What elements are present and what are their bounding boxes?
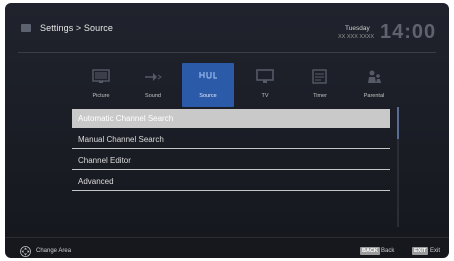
tab-picture-label: Picture bbox=[92, 93, 110, 99]
breadcrumb: Settings > Source bbox=[40, 23, 113, 33]
change-area-label: Change Area bbox=[36, 248, 72, 254]
source-icon bbox=[199, 72, 217, 79]
menu-item-manual-channel-search[interactable]: Manual Channel Search bbox=[72, 130, 390, 149]
sound-icon bbox=[145, 73, 162, 81]
navigation-pad-icon bbox=[20, 246, 31, 257]
menu-item-channel-editor[interactable]: Channel Editor bbox=[72, 151, 390, 170]
menu-item-advanced[interactable]: Advanced bbox=[72, 172, 390, 191]
menu-item-automatic-channel-search[interactable]: Automatic Channel Search bbox=[72, 109, 390, 128]
tab-timer[interactable]: Timer bbox=[294, 63, 346, 107]
tab-sound-label: Sound bbox=[145, 93, 161, 99]
back-label: Back bbox=[381, 248, 395, 254]
exit-label: Exit bbox=[430, 248, 441, 254]
exit-key-badge[interactable]: EXIT bbox=[412, 247, 429, 255]
back-key-badge[interactable]: BACK bbox=[360, 247, 380, 255]
tab-sound[interactable]: Sound bbox=[127, 63, 179, 107]
picture-icon bbox=[92, 69, 110, 83]
tab-source-label: Source bbox=[199, 93, 217, 99]
timer-icon bbox=[312, 69, 327, 84]
settings-icon bbox=[21, 24, 31, 32]
clock-time: 14:00 bbox=[380, 21, 437, 43]
scrollbar-thumb[interactable] bbox=[397, 107, 399, 139]
clock-date: XX XXX XXXX bbox=[338, 34, 375, 40]
tab-parental-label: Parental bbox=[363, 93, 385, 99]
tab-timer-label: Timer bbox=[313, 93, 327, 99]
footer-divider bbox=[5, 237, 449, 238]
tab-parental[interactable]: Parental bbox=[348, 63, 400, 107]
tv-screen: Settings > Source Tuesday XX XXX XXXX 14… bbox=[5, 3, 449, 258]
tab-source[interactable]: Source bbox=[182, 63, 234, 107]
clock-day: Tuesday bbox=[345, 25, 370, 32]
tab-tv-label: TV bbox=[261, 93, 269, 99]
tab-picture[interactable]: Picture bbox=[75, 63, 127, 107]
tv-icon bbox=[256, 69, 274, 83]
header-divider bbox=[18, 52, 436, 53]
tab-tv[interactable]: TV bbox=[239, 63, 291, 107]
parental-icon bbox=[368, 70, 381, 83]
